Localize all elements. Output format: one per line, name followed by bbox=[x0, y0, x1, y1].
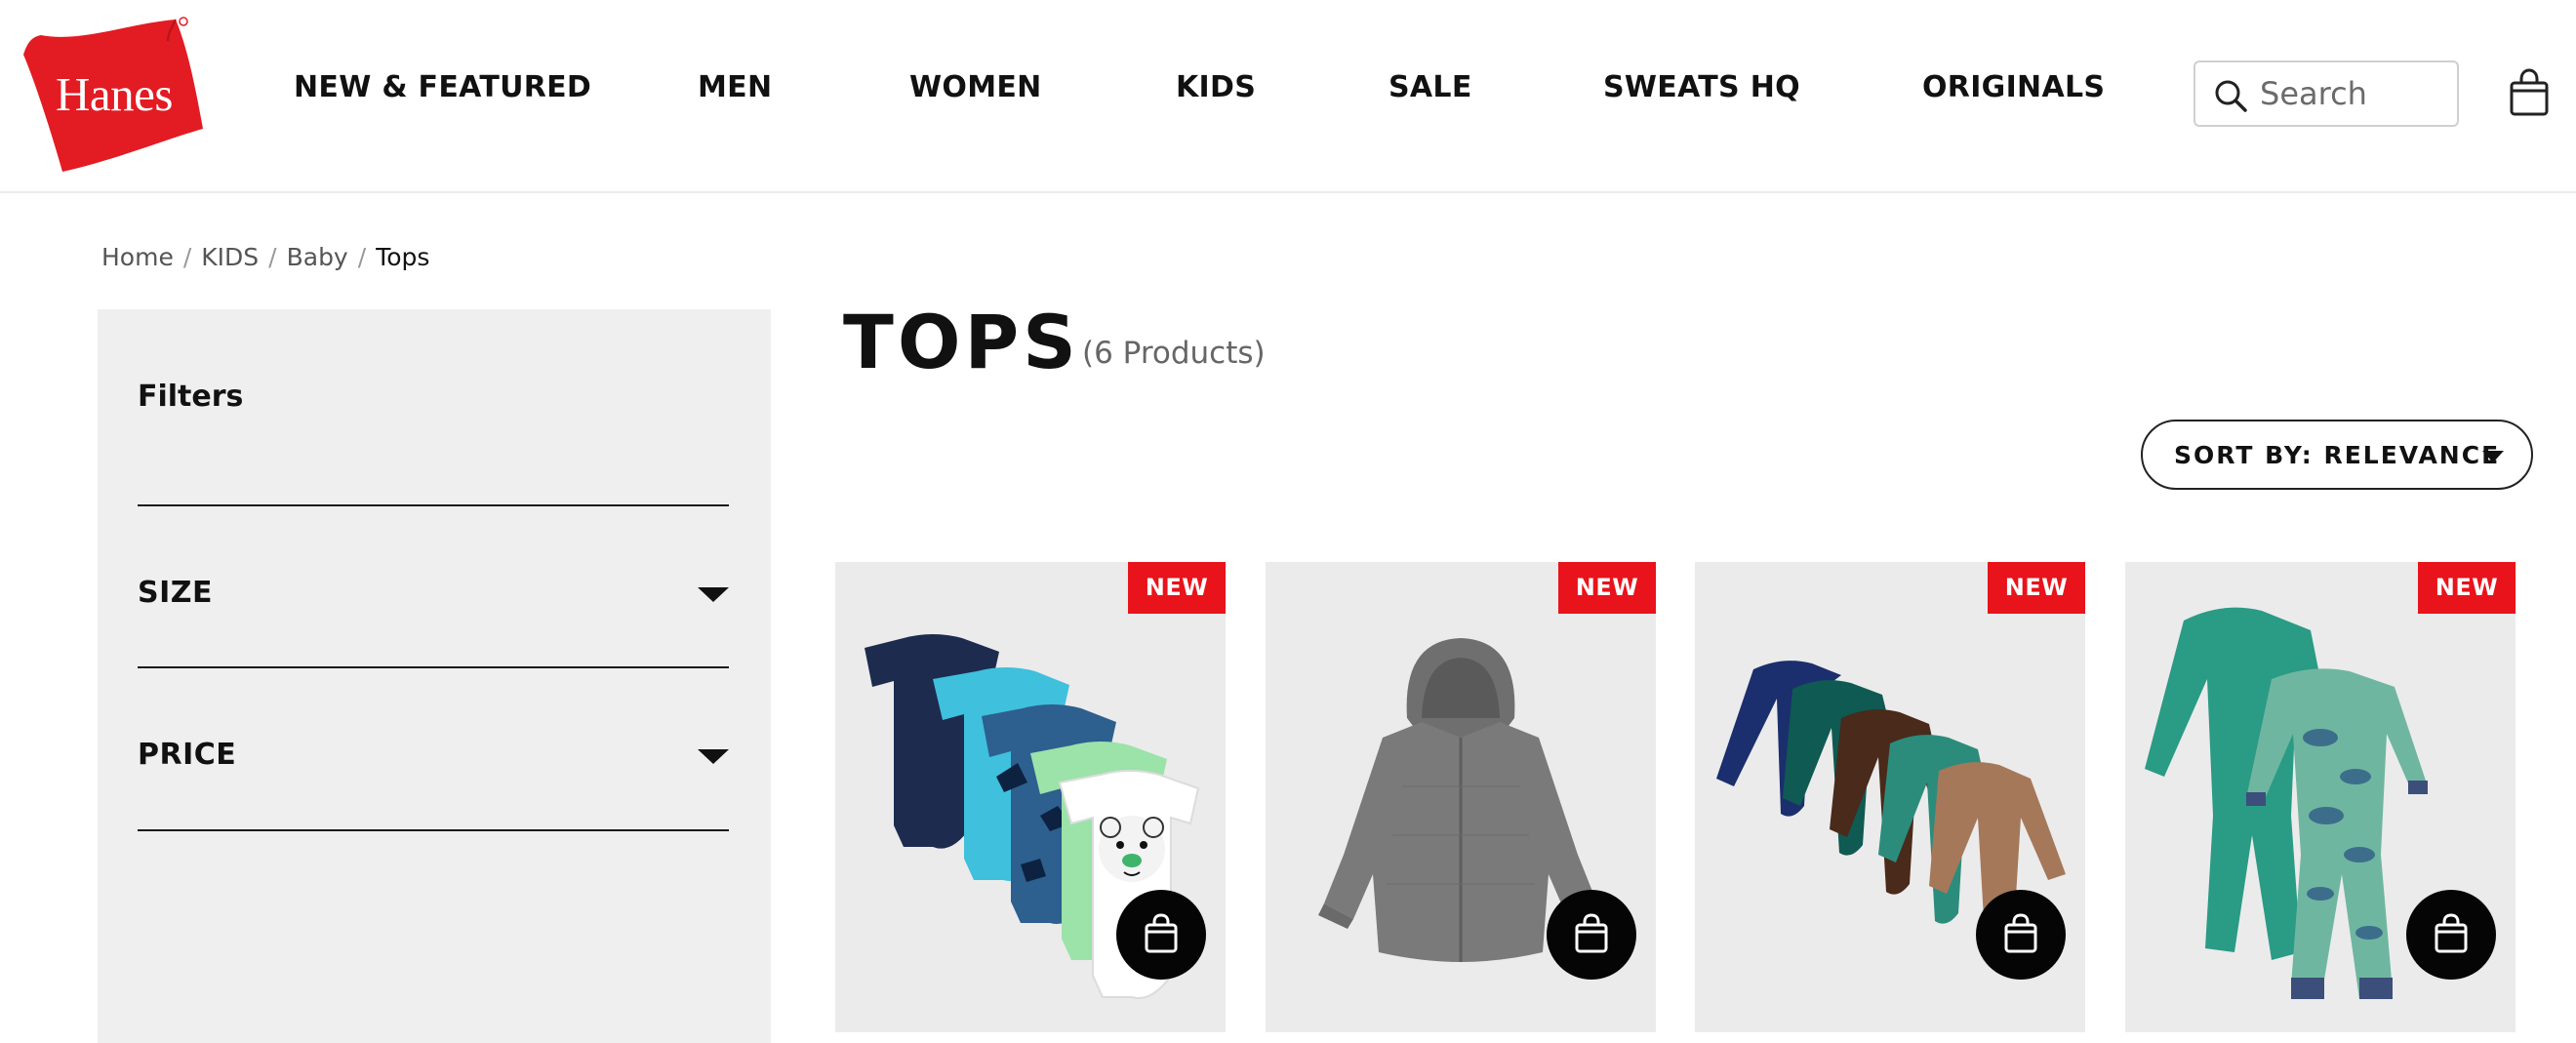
breadcrumb-separator: / bbox=[182, 243, 192, 271]
filter-divider bbox=[138, 666, 729, 668]
new-badge: NEW bbox=[1128, 562, 1226, 614]
search-box[interactable] bbox=[2194, 60, 2459, 127]
breadcrumb-separator: / bbox=[268, 243, 277, 271]
breadcrumb-home[interactable]: Home bbox=[101, 243, 174, 271]
breadcrumb-current: Tops bbox=[376, 243, 430, 271]
breadcrumb-baby[interactable]: Baby bbox=[287, 243, 348, 271]
add-to-bag-button[interactable] bbox=[1547, 890, 1636, 980]
caret-down-icon bbox=[698, 749, 729, 764]
shopping-bag-icon bbox=[1145, 913, 1178, 953]
new-badge: NEW bbox=[1558, 562, 1656, 614]
shopping-bag-icon bbox=[1575, 913, 1608, 953]
product-card[interactable]: NEW bbox=[1695, 562, 2085, 1032]
filters-title: Filters bbox=[138, 380, 244, 414]
filter-price[interactable]: PRICE bbox=[138, 714, 729, 792]
breadcrumb-kids[interactable]: KIDS bbox=[201, 243, 259, 271]
add-to-bag-button[interactable] bbox=[2406, 890, 2496, 980]
search-input[interactable] bbox=[2260, 72, 2451, 115]
product-card[interactable]: NEW bbox=[2125, 562, 2516, 1032]
new-badge: NEW bbox=[1988, 562, 2085, 614]
product-card[interactable]: NEW bbox=[835, 562, 1226, 1032]
breadcrumb-separator: / bbox=[357, 243, 367, 271]
shopping-bag-icon[interactable] bbox=[2508, 68, 2551, 117]
caret-down-icon bbox=[2482, 451, 2504, 462]
product-card[interactable]: NEW bbox=[1266, 562, 1656, 1032]
nav-women[interactable]: WOMEN bbox=[909, 70, 1042, 104]
nav-men[interactable]: MEN bbox=[698, 70, 772, 104]
shopping-bag-icon bbox=[2004, 913, 2037, 953]
sort-dropdown[interactable]: SORT BY: RELEVANCE bbox=[2141, 420, 2533, 490]
new-badge: NEW bbox=[2418, 562, 2516, 614]
breadcrumb: Home / KIDS / Baby / Tops bbox=[101, 243, 429, 271]
add-to-bag-button[interactable] bbox=[1976, 890, 2066, 980]
sort-label: SORT BY: RELEVANCE bbox=[2174, 441, 2501, 469]
filter-price-label: PRICE bbox=[138, 738, 237, 772]
filters-panel: Filters SIZE PRICE bbox=[98, 309, 771, 1043]
search-icon[interactable] bbox=[2213, 78, 2248, 113]
product-count: (6 Products) bbox=[1082, 336, 1266, 371]
site-header: Hanes NEW & FEATURED MEN WOMEN KIDS SALE… bbox=[0, 0, 2576, 193]
filter-divider bbox=[138, 829, 729, 831]
nav-new-featured[interactable]: NEW & FEATURED bbox=[294, 70, 591, 104]
nav-sweats-hq[interactable]: SWEATS HQ bbox=[1603, 70, 1800, 104]
logo-wordmark: Hanes bbox=[56, 67, 173, 121]
hanes-logo[interactable]: Hanes bbox=[21, 14, 207, 175]
filter-divider bbox=[138, 504, 729, 506]
page-title: TOPS bbox=[843, 299, 1080, 385]
nav-originals[interactable]: ORIGINALS bbox=[1922, 70, 2105, 104]
shopping-bag-icon bbox=[2435, 913, 2468, 953]
nav-sale[interactable]: SALE bbox=[1389, 70, 1472, 104]
filter-size-label: SIZE bbox=[138, 576, 214, 610]
nav-kids[interactable]: KIDS bbox=[1176, 70, 1256, 104]
add-to-bag-button[interactable] bbox=[1116, 890, 1206, 980]
caret-down-icon bbox=[698, 587, 729, 602]
filter-size[interactable]: SIZE bbox=[138, 552, 729, 630]
